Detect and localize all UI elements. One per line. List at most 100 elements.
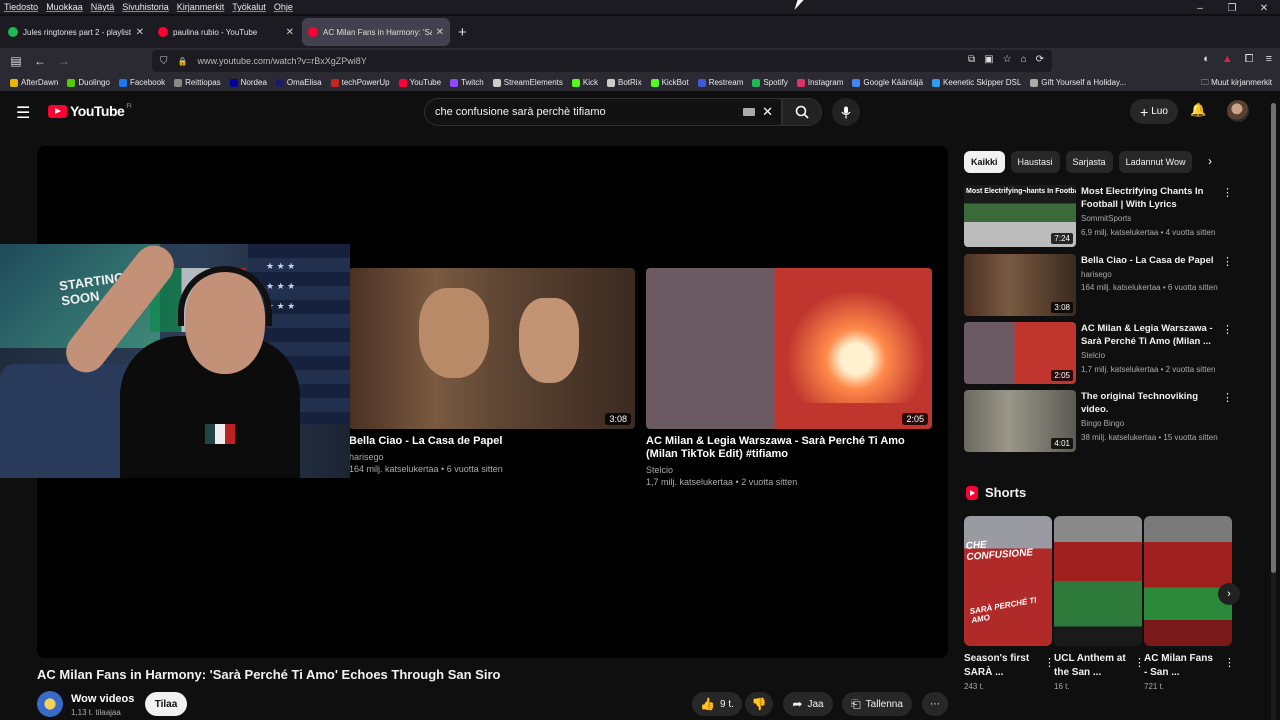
forward-button[interactable]: →: [52, 54, 76, 68]
endscreen-thumbnail[interactable]: 2:05: [646, 268, 932, 429]
bookmark-item[interactable]: BotRix: [607, 78, 642, 87]
recommended-video[interactable]: 7:24 Most Electrifying Chants In Footbal…: [964, 185, 1234, 247]
bookmark-item[interactable]: Spotify: [752, 78, 788, 87]
back-button[interactable]: ←: [28, 54, 52, 68]
app-menu-icon[interactable]: ≡: [1266, 53, 1272, 66]
search-query[interactable]: che confusione sarà perchè tifiamo: [435, 106, 606, 118]
chip-all[interactable]: Kaikki: [964, 151, 1005, 173]
tab-spotify-playlist[interactable]: Jules ringtones part 2 - playlist ✕: [2, 18, 150, 46]
short-title[interactable]: UCL Anthem at the San ...: [1054, 652, 1128, 680]
bookmark-item[interactable]: Kick: [571, 78, 598, 87]
menu-help[interactable]: Ohje: [270, 2, 297, 12]
sidebar-toggle-icon[interactable]: ▤: [4, 54, 28, 68]
bookmark-item[interactable]: Gift Yourself a Holiday...: [1030, 78, 1126, 87]
youtube-logo[interactable]: YouTube FI: [48, 103, 132, 119]
recommended-title[interactable]: The original Technoviking video.: [1081, 390, 1215, 416]
recommended-video[interactable]: 3:08 Bella Ciao - La Casa de Papel haris…: [964, 254, 1234, 316]
url-text[interactable]: www.youtube.com/watch?v=rBxXgZPwi8Y: [197, 56, 366, 66]
shorts-next-button[interactable]: ›: [1218, 583, 1240, 605]
short-thumbnail[interactable]: [1054, 516, 1142, 646]
other-bookmarks-folder[interactable]: 🗀 Muut kirjanmerkit: [1201, 77, 1272, 91]
extension-badge-icon[interactable]: ▲: [1222, 53, 1233, 66]
menu-view[interactable]: Näytä: [87, 2, 119, 12]
endscreen-title[interactable]: Bella Ciao - La Casa de Papel: [349, 435, 635, 448]
chip-series[interactable]: Sarjasta: [1065, 151, 1113, 173]
recommended-title[interactable]: Bella Ciao - La Casa de Papel: [1081, 254, 1215, 267]
clear-search-icon[interactable]: ✕: [762, 104, 773, 120]
recommended-title[interactable]: Most Electrifying Chants In Football | W…: [1081, 185, 1215, 211]
tab-ac-milan[interactable]: AC Milan Fans in Harmony: 'Sarà ✕: [302, 18, 450, 46]
recommended-thumbnail[interactable]: 4:01: [964, 390, 1076, 452]
recommended-thumbnail[interactable]: 7:24: [964, 185, 1076, 247]
endscreen-video-card[interactable]: 2:05 AC Milan & Legia Warszawa - Sarà Pe…: [646, 268, 932, 488]
kebab-menu-icon[interactable]: ⋮: [1222, 186, 1233, 199]
menu-file[interactable]: Tiedosto: [0, 2, 42, 12]
chevron-right-icon[interactable]: ›: [1208, 154, 1212, 168]
short-thumbnail[interactable]: [1144, 516, 1232, 646]
short-thumbnail[interactable]: CHE CONFUSIONE SARÀ PERCHÉ TI AMO: [964, 516, 1052, 646]
close-window-button[interactable]: ✕: [1248, 0, 1280, 16]
downloads-icon[interactable]: ◐: [1203, 53, 1210, 66]
bookmark-item[interactable]: Reittiopas: [174, 78, 221, 87]
reader-view-icon[interactable]: ▣: [984, 54, 993, 65]
endscreen-title[interactable]: AC Milan & Legia Warszawa - Sarà Perché …: [646, 435, 932, 461]
close-tab-icon[interactable]: ✕: [436, 27, 444, 38]
voice-search-button[interactable]: [832, 98, 860, 126]
search-button[interactable]: [782, 98, 822, 126]
restore-button[interactable]: ❐: [1216, 0, 1248, 16]
recommended-title[interactable]: AC Milan & Legia Warszawa - Sarà Perché …: [1081, 322, 1215, 348]
bookmark-item[interactable]: Duolingo: [67, 78, 110, 87]
lock-icon[interactable]: 🔒: [178, 57, 188, 66]
recommended-channel[interactable]: Stelcio: [1081, 351, 1105, 360]
close-tab-icon[interactable]: ✕: [286, 27, 294, 38]
search-input[interactable]: che confusione sarà perchè tifiamo ✕: [424, 98, 782, 126]
bookmark-item[interactable]: AfterDawn: [10, 78, 58, 87]
bookmark-item[interactable]: Restream: [697, 78, 743, 87]
channel-name[interactable]: Wow videos: [71, 693, 134, 705]
tracking-shield-icon[interactable]: ⛉: [160, 56, 168, 67]
account-avatar[interactable]: [1227, 100, 1249, 122]
recommended-channel[interactable]: Bingo Bingo: [1081, 419, 1124, 428]
kebab-menu-icon[interactable]: ⋮: [1224, 656, 1235, 669]
picture-in-picture-icon[interactable]: ⧉: [968, 54, 975, 65]
menu-tools[interactable]: Työkalut: [228, 2, 270, 12]
bookmark-item[interactable]: OmaElisa: [275, 78, 322, 87]
tab-paulina-rubio[interactable]: paulina rubio - YouTube ✕: [152, 18, 300, 46]
channel-avatar[interactable]: [37, 691, 63, 717]
kebab-menu-icon[interactable]: ⋮: [1222, 323, 1233, 336]
home-icon[interactable]: ⌂: [1021, 54, 1027, 65]
recommended-video[interactable]: 2:05 AC Milan & Legia Warszawa - Sarà Pe…: [964, 322, 1234, 384]
short-title[interactable]: AC Milan Fans - San ...: [1144, 652, 1218, 680]
more-actions-button[interactable]: ⋯: [922, 692, 948, 716]
bookmark-item[interactable]: Nordea: [229, 78, 267, 87]
bookmark-item[interactable]: Instagram: [796, 78, 843, 87]
minimize-button[interactable]: –: [1184, 0, 1216, 16]
bookmark-item[interactable]: techPowerUp: [330, 78, 390, 87]
chip-uploader[interactable]: Ladannut Wow: [1118, 151, 1193, 173]
recommended-channel[interactable]: SommitSports: [1081, 214, 1131, 223]
bookmark-item[interactable]: Twitch: [450, 78, 484, 87]
address-bar[interactable]: ⛉ 🔒 www.youtube.com/watch?v=rBxXgZPwi8Y …: [152, 50, 1052, 72]
menu-history[interactable]: Sivuhistoria: [118, 2, 173, 12]
menu-edit[interactable]: Muokkaa: [42, 2, 87, 12]
short-card[interactable]: UCL Anthem at the San ... 16 t. ⋮: [1054, 516, 1145, 691]
extensions-icon[interactable]: ⧠: [1245, 53, 1254, 66]
bookmark-item[interactable]: YouTube: [398, 78, 441, 87]
like-button[interactable]: 👍 9 t.: [692, 692, 742, 716]
recommended-thumbnail[interactable]: 2:05: [964, 322, 1076, 384]
share-button[interactable]: ➦ Jaa: [783, 692, 833, 716]
subscribe-button[interactable]: Tilaa: [145, 692, 187, 716]
bookmark-item[interactable]: Facebook: [118, 78, 165, 87]
bookmark-item[interactable]: StreamElements: [492, 78, 563, 87]
save-button[interactable]: ⎗ Tallenna: [842, 692, 912, 716]
bookmark-item[interactable]: Keenetic Skipper DSL: [932, 78, 1021, 87]
menu-bookmarks[interactable]: Kirjanmerkit: [173, 2, 229, 12]
keyboard-icon[interactable]: [743, 108, 755, 116]
new-tab-button[interactable]: +: [458, 24, 467, 41]
endscreen-video-card[interactable]: 3:08 Bella Ciao - La Casa de Papel haris…: [349, 268, 635, 475]
notifications-bell-icon[interactable]: 🔔: [1190, 102, 1206, 118]
recommended-channel[interactable]: harisego: [1081, 270, 1112, 279]
short-card[interactable]: AC Milan Fans - San ... 721 t. ⋮: [1144, 516, 1235, 691]
bookmark-item[interactable]: KickBot: [650, 78, 689, 87]
short-card[interactable]: CHE CONFUSIONE SARÀ PERCHÉ TI AMO Season…: [964, 516, 1055, 691]
